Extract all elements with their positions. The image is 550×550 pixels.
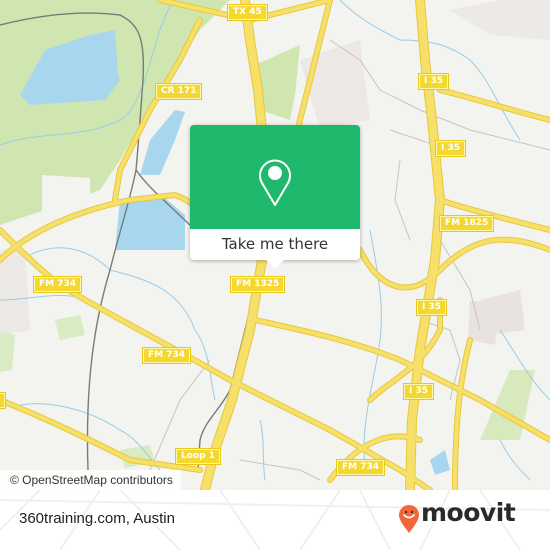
moovit-pin-icon <box>399 505 419 533</box>
road-label-fm1825: FM 1825 <box>438 215 495 232</box>
map-view[interactable]: TX 45 CR 171 I 35 I 35 FM 1825 FM 1325 F… <box>0 0 550 490</box>
road-label-tx45: TX 45 <box>227 4 268 21</box>
place-name: 360training.com, Austin <box>19 510 175 527</box>
road-label-fm734: FM 734 <box>32 276 83 293</box>
road-label-i35: I 35 <box>434 140 467 157</box>
park-area <box>55 315 85 340</box>
map-attribution[interactable]: © OpenStreetMap contributors <box>0 470 181 490</box>
landuse-area <box>450 0 550 40</box>
take-me-there-button[interactable]: Take me there <box>190 229 360 260</box>
moovit-wordmark: moovit <box>421 498 516 527</box>
footer-bar: 360training.com, Austin moovit <box>0 490 550 550</box>
road-label-fm1325: FM 1325 <box>229 276 286 293</box>
popup-pointer <box>266 260 284 269</box>
road-label-i35: I 35 <box>415 299 448 316</box>
road-label-i35: I 35 <box>402 383 435 400</box>
road-label-fm734: FM 734 <box>335 459 386 476</box>
landuse-area <box>42 175 90 213</box>
road-label-fm734: FM 734 <box>141 347 192 364</box>
road-label-partial <box>0 392 7 409</box>
landuse-area <box>468 300 500 345</box>
take-me-there-popup[interactable]: Take me there <box>190 125 360 269</box>
road-label-cr171: CR 171 <box>154 83 203 100</box>
lake <box>430 450 450 475</box>
road-label-loop1: Loop 1 <box>175 448 221 465</box>
map-pin-icon <box>259 159 291 206</box>
road-label-i35: I 35 <box>417 73 450 90</box>
lake <box>115 198 185 250</box>
park-area <box>0 330 15 372</box>
popup-header[interactable] <box>190 125 360 229</box>
landuse-area <box>0 250 30 335</box>
